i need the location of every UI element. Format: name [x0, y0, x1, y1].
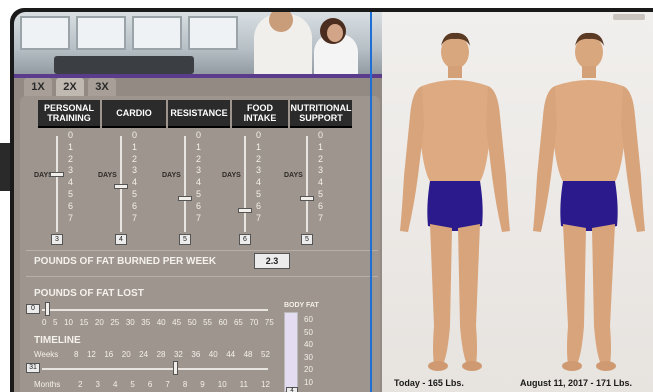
window-control[interactable] — [613, 14, 645, 20]
fat-burned-label: POUNDS OF FAT BURNED PER WEEK — [34, 256, 217, 267]
panel-divider — [366, 12, 380, 392]
tab-2x[interactable]: 2X — [56, 78, 84, 96]
body-fat-value: 4 — [286, 387, 298, 392]
slider-track[interactable] — [244, 136, 246, 232]
day-scale: 01234567 — [196, 130, 202, 223]
days-label: DAYS — [284, 172, 303, 179]
fat-lost-value: 0 — [26, 304, 40, 314]
fat-lost-slider-handle[interactable] — [45, 302, 50, 316]
slider-value: 3 — [51, 234, 63, 245]
days-label: DAYS — [222, 172, 241, 179]
timeline-slider-track[interactable] — [42, 368, 268, 370]
days-label: DAYS — [162, 172, 181, 179]
day-scale: 01234567 — [132, 130, 138, 223]
control-panel: 1X 2X 3X PERSONAL TRAINING CARDIO RESISTA… — [14, 12, 382, 392]
slider-handle[interactable] — [300, 196, 314, 201]
fat-burned-value: 2.3 — [254, 253, 290, 269]
timeline-value: 31 — [26, 363, 40, 373]
figure-panel: Today - 165 Lbs. August 11, 2017 - 171 L… — [382, 12, 653, 392]
fat-lost-slider-track[interactable] — [42, 309, 268, 311]
slider-track[interactable] — [184, 136, 186, 232]
weeks-scale: 8 12 16 20 24 28 32 36 40 44 48 52 — [74, 350, 270, 359]
slider-handle[interactable] — [114, 184, 128, 189]
category-personal-training: PERSONAL TRAINING — [38, 100, 100, 128]
app-frame: 1X 2X 3X PERSONAL TRAINING CARDIO RESISTA… — [10, 8, 653, 392]
slider-handle[interactable] — [178, 196, 192, 201]
slider-value: 5 — [179, 234, 191, 245]
slider-food-intake: DAYS 01234567 6 — [222, 130, 292, 246]
caption-future: August 11, 2017 - 171 Lbs. — [520, 378, 633, 388]
slider-value: 4 — [115, 234, 127, 245]
weeks-label: Weeks — [34, 350, 59, 359]
gym-banner-image — [14, 12, 382, 78]
slider-nutritional-support: DAYS 01234567 5 — [284, 130, 354, 246]
timeline-slider-handle[interactable] — [173, 361, 178, 375]
slider-value: 5 — [301, 234, 313, 245]
slider-track[interactable] — [306, 136, 308, 232]
day-scale: 01234567 — [256, 130, 262, 223]
day-scale: 01234567 — [68, 130, 74, 223]
body-figure-today — [400, 32, 510, 371]
divider-line — [26, 250, 378, 251]
category-nutritional-support: NUTRITIONAL SUPPORT — [290, 100, 352, 128]
day-scale: 01234567 — [318, 130, 324, 223]
multiplier-tabs: 1X 2X 3X — [24, 78, 116, 96]
fat-lost-label: POUNDS OF FAT LOST — [34, 288, 144, 299]
body-figure-future — [533, 32, 645, 371]
body-fat-scale: 60 50 40 30 20 10 — [304, 315, 313, 387]
slider-value: 6 — [239, 234, 251, 245]
slider-handle[interactable] — [238, 208, 252, 213]
months-scale: 2 3 4 5 6 7 8 9 10 11 12 — [78, 380, 270, 389]
category-cardio: CARDIO — [102, 100, 166, 128]
fat-lost-scale: 0 5 10 15 20 25 30 35 40 45 50 55 60 65 70 75 — [42, 318, 274, 327]
days-label: DAYS — [98, 172, 117, 179]
category-food-intake: FOOD INTAKE — [232, 100, 288, 128]
body-fat-label: BODY FAT — [284, 302, 319, 309]
slider-personal-training: DAYS 01234567 3 — [34, 130, 104, 246]
slider-handle[interactable] — [50, 172, 64, 177]
months-label: Months — [34, 380, 61, 389]
caption-today: Today - 165 Lbs. — [394, 378, 464, 388]
divider-line — [26, 276, 378, 277]
timeline-label: TIMELINE — [34, 335, 81, 346]
slider-track[interactable] — [56, 136, 58, 232]
slider-cardio: DAYS 01234567 4 — [98, 130, 168, 246]
tab-1x[interactable]: 1X — [24, 78, 52, 96]
tab-3x[interactable]: 3X — [88, 78, 116, 96]
body-fat-gauge — [284, 312, 298, 392]
category-resistance: RESISTANCE — [168, 100, 230, 128]
